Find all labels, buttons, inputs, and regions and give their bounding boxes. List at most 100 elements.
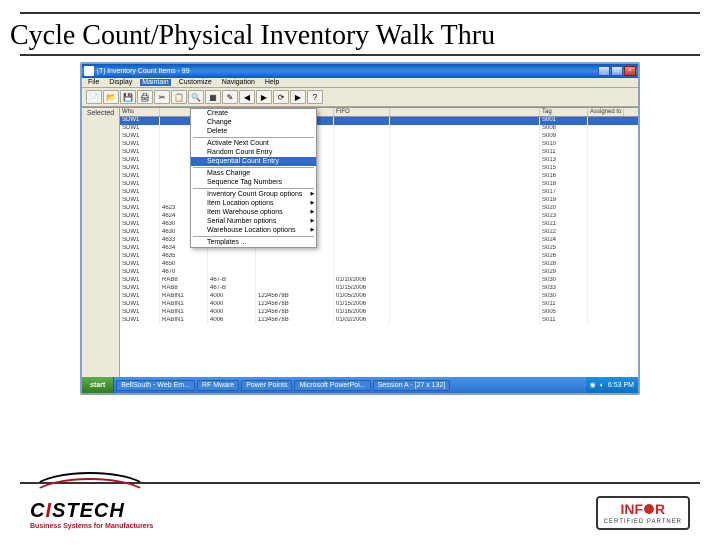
cell-fifo: [334, 189, 390, 197]
menu-item-item-location-options[interactable]: Item Location options: [191, 199, 316, 208]
close-button[interactable]: ×: [624, 66, 636, 76]
tb-help-icon[interactable]: ?: [307, 90, 323, 104]
start-button[interactable]: start: [82, 377, 114, 393]
menu-maintain[interactable]: Maintain: [140, 79, 170, 86]
cell-fill: [390, 205, 540, 213]
cell-fifo: [334, 125, 390, 133]
toolbar: 📄 📂 💾 🖨 ✂ 📋 🔍 ▦ ✎ ◀ ▶ ⟳ ▶ ?: [82, 88, 638, 107]
col-whs[interactable]: Whs: [120, 108, 160, 116]
cell-fifo: [334, 133, 390, 141]
tb-find-icon[interactable]: 🔍: [188, 90, 204, 104]
tb-cut-icon[interactable]: ✂: [154, 90, 170, 104]
table-row[interactable]: SDW14635S026: [120, 253, 638, 261]
cell-fifo: [334, 213, 390, 221]
taskbar-item[interactable]: Session A - [27 x 132]: [373, 380, 451, 391]
menu-item-mass-change[interactable]: Mass Change: [191, 169, 316, 178]
col-assigned[interactable]: Assigned to: [588, 108, 624, 116]
menu-item-inventory-count-group-options[interactable]: Inventory Count Group options: [191, 190, 316, 199]
tb-back-icon[interactable]: ◀: [239, 90, 255, 104]
cell-lot: 4000: [208, 309, 256, 317]
menu-item-random-count-entry[interactable]: Random Count Entry: [191, 148, 316, 157]
tb-save-icon[interactable]: 💾: [120, 90, 136, 104]
cell-whs: SDW1: [120, 269, 160, 277]
menu-item-activate-next-count[interactable]: Activate Next Count: [191, 139, 316, 148]
cistech-logo: CISTECH Business Systems for Manufacture…: [30, 472, 153, 530]
cell-tag: S010: [540, 141, 588, 149]
tb-copy-icon[interactable]: 📋: [171, 90, 187, 104]
menu-item-item-warehouse-options[interactable]: Item Warehouse options: [191, 208, 316, 217]
menu-item-create[interactable]: Create: [191, 109, 316, 118]
menu-item-sequential-count-entry[interactable]: Sequential Count Entry: [191, 157, 316, 166]
cell-tag: S029: [540, 269, 588, 277]
tb-open-icon[interactable]: 📂: [103, 90, 119, 104]
minimize-button[interactable]: _: [598, 66, 610, 76]
cell-tag: S016: [540, 173, 588, 181]
infor-logo: INFR CERTIFIED PARTNER: [596, 496, 690, 530]
cell-tag: S011: [540, 149, 588, 157]
cell-fifo: [334, 229, 390, 237]
tb-refresh-icon[interactable]: ⟳: [273, 90, 289, 104]
sidebar-tab-selected[interactable]: Selected: [82, 108, 120, 377]
cell-lot: [208, 261, 256, 269]
cell-fill: [390, 309, 540, 317]
titlebar: [T] Inventory Count Items - 99 _ □ ×: [82, 64, 638, 78]
tray-icon[interactable]: ◐: [600, 382, 604, 389]
table-row[interactable]: SDW14650S028: [120, 261, 638, 269]
menu-item-serial-number-options[interactable]: Serial Number options: [191, 217, 316, 226]
screenshot-window: [T] Inventory Count Items - 99 _ □ × Fil…: [80, 62, 640, 395]
window-title: [T] Inventory Count Items - 99: [97, 68, 598, 75]
cell-item: 4670: [160, 269, 208, 277]
taskbar: start BellSouth - Web Em...RF MwarePower…: [82, 377, 638, 393]
menu-item-warehouse-location-options[interactable]: Warehouse Location options: [191, 226, 316, 235]
table-row[interactable]: SDW1RAB8467-B01/10/2006S030: [120, 277, 638, 285]
cell-qty: [256, 261, 334, 269]
table-row[interactable]: SDW1RABIN1400012345678B01/05/2006S030: [120, 293, 638, 301]
taskbar-item[interactable]: Power Points: [241, 380, 292, 391]
menu-navigation[interactable]: Navigation: [220, 79, 257, 86]
table-row[interactable]: SDW1RABIN1400012345678B01/16/2006S005: [120, 309, 638, 317]
taskbar-item[interactable]: Microsoft PowerPoi...: [294, 380, 370, 391]
cell-whs: SDW1: [120, 125, 160, 133]
cell-tag: S033: [540, 285, 588, 293]
menu-display[interactable]: Display: [107, 79, 134, 86]
top-rule: [20, 12, 700, 14]
cell-qty: 12345678B: [256, 309, 334, 317]
menu-help[interactable]: Help: [263, 79, 281, 86]
table-row[interactable]: SDW1RABIN1400612345678B01/02/2006S011: [120, 317, 638, 325]
cell-fill: [390, 197, 540, 205]
cell-tag: S001: [540, 117, 588, 125]
cell-tag: S028: [540, 261, 588, 269]
taskbar-item[interactable]: BellSouth - Web Em...: [116, 380, 195, 391]
table-row[interactable]: SDW1RABIN1400012345678B01/15/2006S011: [120, 301, 638, 309]
cell-fifo: [334, 197, 390, 205]
table-row[interactable]: SDW14670 S029: [120, 269, 638, 277]
menu-separator: [193, 137, 314, 138]
menu-item-templates-[interactable]: Templates ...: [191, 238, 316, 247]
tb-edit-icon[interactable]: ✎: [222, 90, 238, 104]
col-fifo[interactable]: FIFO: [334, 108, 390, 116]
cell-fill: [390, 117, 540, 125]
infor-subtitle: CERTIFIED PARTNER: [604, 519, 682, 525]
cell-fill: [390, 165, 540, 173]
maximize-button[interactable]: □: [611, 66, 623, 76]
menu-separator: [193, 236, 314, 237]
cell-fill: [390, 285, 540, 293]
menu-item-change[interactable]: Change: [191, 118, 316, 127]
table-row[interactable]: SDW1RAB8467-B01/15/2006S033: [120, 285, 638, 293]
menu-customize[interactable]: Customize: [177, 79, 214, 86]
cell-fill: [390, 181, 540, 189]
cell-tag: S021: [540, 221, 588, 229]
tb-fwd-icon[interactable]: ▶: [256, 90, 272, 104]
cell-fill: [390, 221, 540, 229]
cell-qty: 12345678B: [256, 293, 334, 301]
tb-play-icon[interactable]: ▶: [290, 90, 306, 104]
tb-print-icon[interactable]: 🖨: [137, 90, 153, 104]
tray-icon[interactable]: ◉: [590, 381, 596, 389]
menu-file[interactable]: File: [86, 79, 101, 86]
menu-item-delete[interactable]: Delete: [191, 127, 316, 136]
col-tag[interactable]: Tag: [540, 108, 588, 116]
tb-new-icon[interactable]: 📄: [86, 90, 102, 104]
menu-item-sequence-tag-numbers[interactable]: Sequence Tag Numbers: [191, 178, 316, 187]
tb-grid-icon[interactable]: ▦: [205, 90, 221, 104]
taskbar-item[interactable]: RF Mware: [197, 380, 239, 391]
